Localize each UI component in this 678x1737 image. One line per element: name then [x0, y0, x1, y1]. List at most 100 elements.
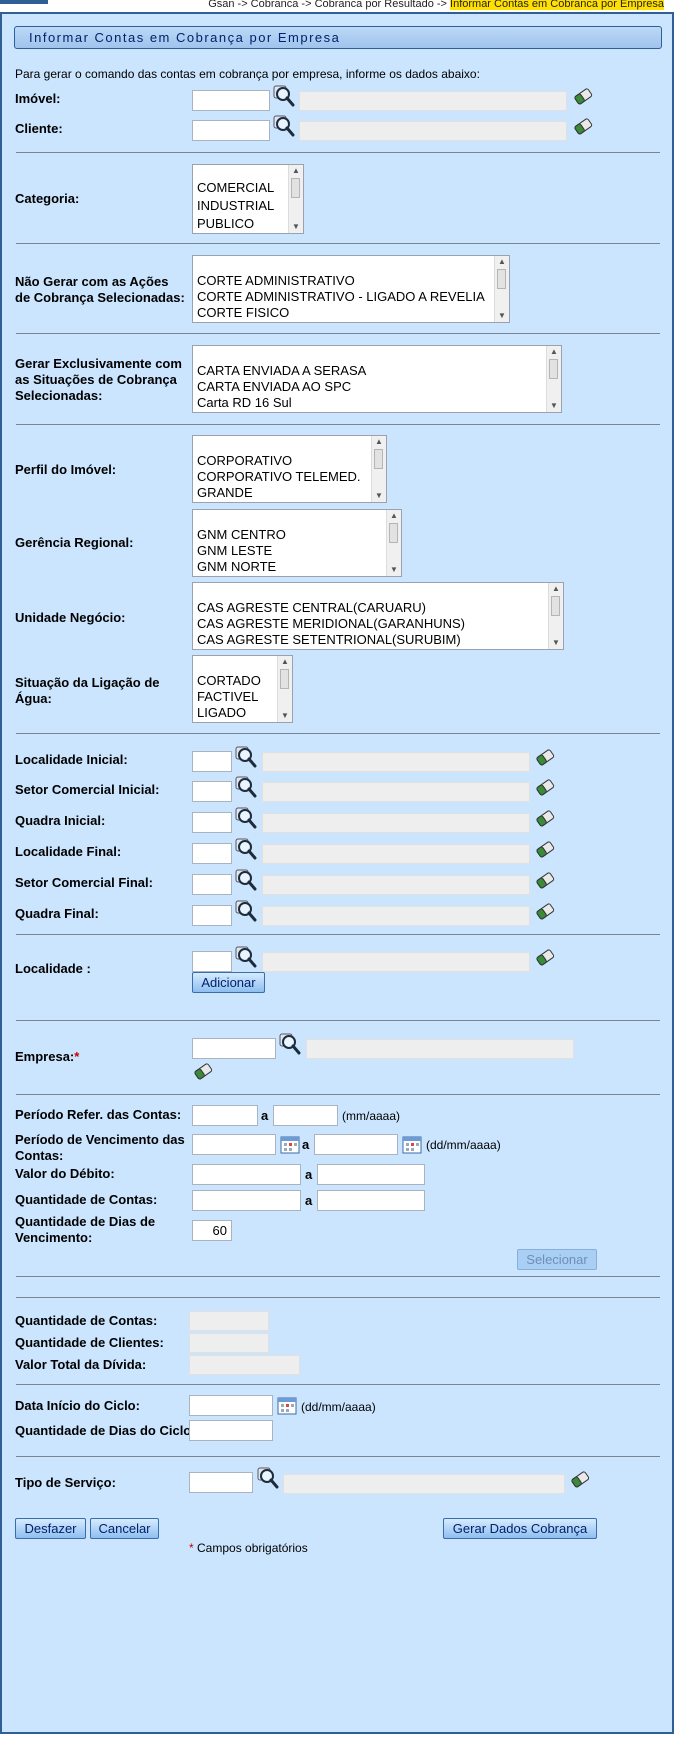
- scroll-down-icon[interactable]: ▼: [289, 221, 303, 233]
- listbox-scrollbar[interactable]: ▲ ▼: [546, 346, 561, 412]
- categoria-listbox[interactable]: COMERCIAL INDUSTRIAL PUBLICO ▲ ▼: [192, 164, 304, 234]
- unidade-listbox[interactable]: CAS AGRESTE CENTRAL(CARUARU) CAS AGRESTE…: [192, 582, 564, 650]
- localidade-inicial-search-icon[interactable]: [235, 746, 257, 768]
- setor-inicial-clear-icon[interactable]: [534, 777, 556, 797]
- list-option[interactable]: FACTIVEL: [197, 689, 261, 705]
- quadra-inicial-clear-icon[interactable]: [534, 808, 556, 828]
- list-option[interactable]: CORPORATIVO TELEMED.: [197, 469, 361, 485]
- setor-final-search-icon[interactable]: [235, 869, 257, 891]
- quadra-final-input[interactable]: [192, 905, 232, 926]
- list-option[interactable]: CORTE FISICO: [197, 305, 485, 321]
- tipo-servico-input[interactable]: [189, 1472, 253, 1493]
- list-option[interactable]: CORPORATIVO: [197, 453, 361, 469]
- periodo-venc-fim-input[interactable]: [314, 1134, 398, 1155]
- adicionar-button[interactable]: Adicionar: [192, 972, 265, 993]
- situacao-agua-listbox[interactable]: CORTADO FACTIVEL LIGADO ▲ ▼: [192, 655, 293, 723]
- list-option[interactable]: CORTE ADMINISTRATIVO: [197, 273, 485, 289]
- scroll-up-icon[interactable]: ▲: [289, 165, 303, 177]
- scroll-up-icon[interactable]: ▲: [372, 436, 386, 448]
- list-option[interactable]: GRANDE: [197, 485, 361, 501]
- scroll-up-icon[interactable]: ▲: [547, 346, 561, 358]
- scroll-up-icon[interactable]: ▲: [549, 583, 563, 595]
- scroll-thumb[interactable]: [551, 596, 560, 616]
- list-option[interactable]: CORTE ADMINISTRATIVO - LIGADO A REVELIA: [197, 289, 485, 305]
- selecionar-button[interactable]: Selecionar: [517, 1249, 597, 1270]
- cliente-search-icon[interactable]: [273, 115, 295, 137]
- setor-inicial-input[interactable]: [192, 781, 232, 802]
- localidade-inicial-input[interactable]: [192, 751, 232, 772]
- tipo-servico-clear-icon[interactable]: [569, 1469, 591, 1489]
- empresa-input[interactable]: [192, 1038, 276, 1059]
- scroll-thumb[interactable]: [291, 178, 300, 198]
- imovel-search-icon[interactable]: [273, 85, 295, 107]
- gerar-dados-cobranca-button[interactable]: Gerar Dados Cobrança: [443, 1518, 597, 1539]
- setor-inicial-search-icon[interactable]: [235, 776, 257, 798]
- cliente-input[interactable]: [192, 120, 270, 141]
- localidade-input[interactable]: [192, 951, 232, 972]
- list-option[interactable]: CORTADO: [197, 673, 261, 689]
- list-option[interactable]: CAS AGRESTE SETENTRIONAL(SURUBIM): [197, 632, 465, 648]
- list-option[interactable]: Carta RD 16 Sul: [197, 395, 366, 411]
- perfil-listbox[interactable]: CORPORATIVO CORPORATIVO TELEMED. GRANDE …: [192, 435, 387, 503]
- gerar-excl-listbox[interactable]: CARTA ENVIADA A SERASA CARTA ENVIADA AO …: [192, 345, 562, 413]
- data-inicio-input[interactable]: [189, 1395, 273, 1416]
- periodo-ref-fim-input[interactable]: [273, 1105, 338, 1126]
- listbox-scrollbar[interactable]: ▲ ▼: [494, 256, 509, 322]
- qtd-dias-ciclo-input[interactable]: [189, 1420, 273, 1441]
- list-option[interactable]: CAS AGRESTE CENTRAL(CARUARU): [197, 600, 465, 616]
- listbox-scrollbar[interactable]: ▲ ▼: [386, 510, 401, 576]
- localidade-final-search-icon[interactable]: [235, 838, 257, 860]
- valor-debito-fim-input[interactable]: [317, 1164, 425, 1185]
- data-inicio-calendar-icon[interactable]: [277, 1396, 297, 1416]
- listbox-scrollbar[interactable]: ▲ ▼: [288, 165, 303, 233]
- cancelar-button[interactable]: Cancelar: [90, 1518, 159, 1539]
- list-option[interactable]: LIGADO: [197, 705, 261, 721]
- periodo-ref-inicio-input[interactable]: [192, 1105, 258, 1126]
- list-option[interactable]: PUBLICO: [197, 215, 274, 233]
- gerencia-listbox[interactable]: GNM CENTRO GNM LESTE GNM NORTE ▲ ▼: [192, 509, 402, 577]
- scroll-down-icon[interactable]: ▼: [495, 310, 509, 322]
- scroll-down-icon[interactable]: ▼: [372, 490, 386, 502]
- list-option[interactable]: CARTA ENVIADA A SERASA: [197, 363, 366, 379]
- scroll-thumb[interactable]: [389, 523, 398, 543]
- desfazer-button[interactable]: Desfazer: [15, 1518, 86, 1539]
- imovel-input[interactable]: [192, 90, 270, 111]
- scroll-thumb[interactable]: [374, 449, 383, 469]
- scroll-thumb[interactable]: [280, 669, 289, 689]
- periodo-venc-inicio-input[interactable]: [192, 1134, 276, 1155]
- nao-gerar-listbox[interactable]: CORTE ADMINISTRATIVO CORTE ADMINISTRATIV…: [192, 255, 510, 323]
- scroll-up-icon[interactable]: ▲: [495, 256, 509, 268]
- scroll-down-icon[interactable]: ▼: [549, 637, 563, 649]
- scroll-down-icon[interactable]: ▼: [547, 400, 561, 412]
- localidade-inicial-clear-icon[interactable]: [534, 747, 556, 767]
- listbox-scrollbar[interactable]: ▲ ▼: [548, 583, 563, 649]
- scroll-up-icon[interactable]: ▲: [387, 510, 401, 522]
- tipo-servico-search-icon[interactable]: [257, 1467, 279, 1489]
- scroll-down-icon[interactable]: ▼: [387, 564, 401, 576]
- periodo-venc-fim-calendar-icon[interactable]: [402, 1135, 422, 1155]
- scroll-thumb[interactable]: [549, 359, 558, 379]
- qtd-dias-venc-input[interactable]: [192, 1220, 232, 1241]
- list-option[interactable]: GNM NORTE: [197, 559, 286, 575]
- quadra-final-clear-icon[interactable]: [534, 901, 556, 921]
- imovel-clear-icon[interactable]: [572, 86, 594, 106]
- listbox-scrollbar[interactable]: ▲ ▼: [277, 656, 292, 722]
- setor-final-clear-icon[interactable]: [534, 870, 556, 890]
- list-option[interactable]: CARTA ENVIADA AO SPC: [197, 379, 366, 395]
- list-option[interactable]: GNM CENTRO: [197, 527, 286, 543]
- qtd-contas-fim-input[interactable]: [317, 1190, 425, 1211]
- setor-final-input[interactable]: [192, 874, 232, 895]
- localidade-search-icon[interactable]: [235, 946, 257, 968]
- localidade-final-input[interactable]: [192, 843, 232, 864]
- empresa-clear-icon[interactable]: [192, 1061, 214, 1081]
- quadra-final-search-icon[interactable]: [235, 900, 257, 922]
- listbox-scrollbar[interactable]: ▲ ▼: [371, 436, 386, 502]
- list-option[interactable]: INDUSTRIAL: [197, 197, 274, 215]
- valor-debito-inicio-input[interactable]: [192, 1164, 301, 1185]
- empresa-search-icon[interactable]: [279, 1033, 301, 1055]
- scroll-down-icon[interactable]: ▼: [278, 710, 292, 722]
- cliente-clear-icon[interactable]: [572, 116, 594, 136]
- scroll-thumb[interactable]: [497, 269, 506, 289]
- list-option[interactable]: CAS AGRESTE MERIDIONAL(GARANHUNS): [197, 616, 465, 632]
- periodo-venc-inicio-calendar-icon[interactable]: [280, 1135, 300, 1155]
